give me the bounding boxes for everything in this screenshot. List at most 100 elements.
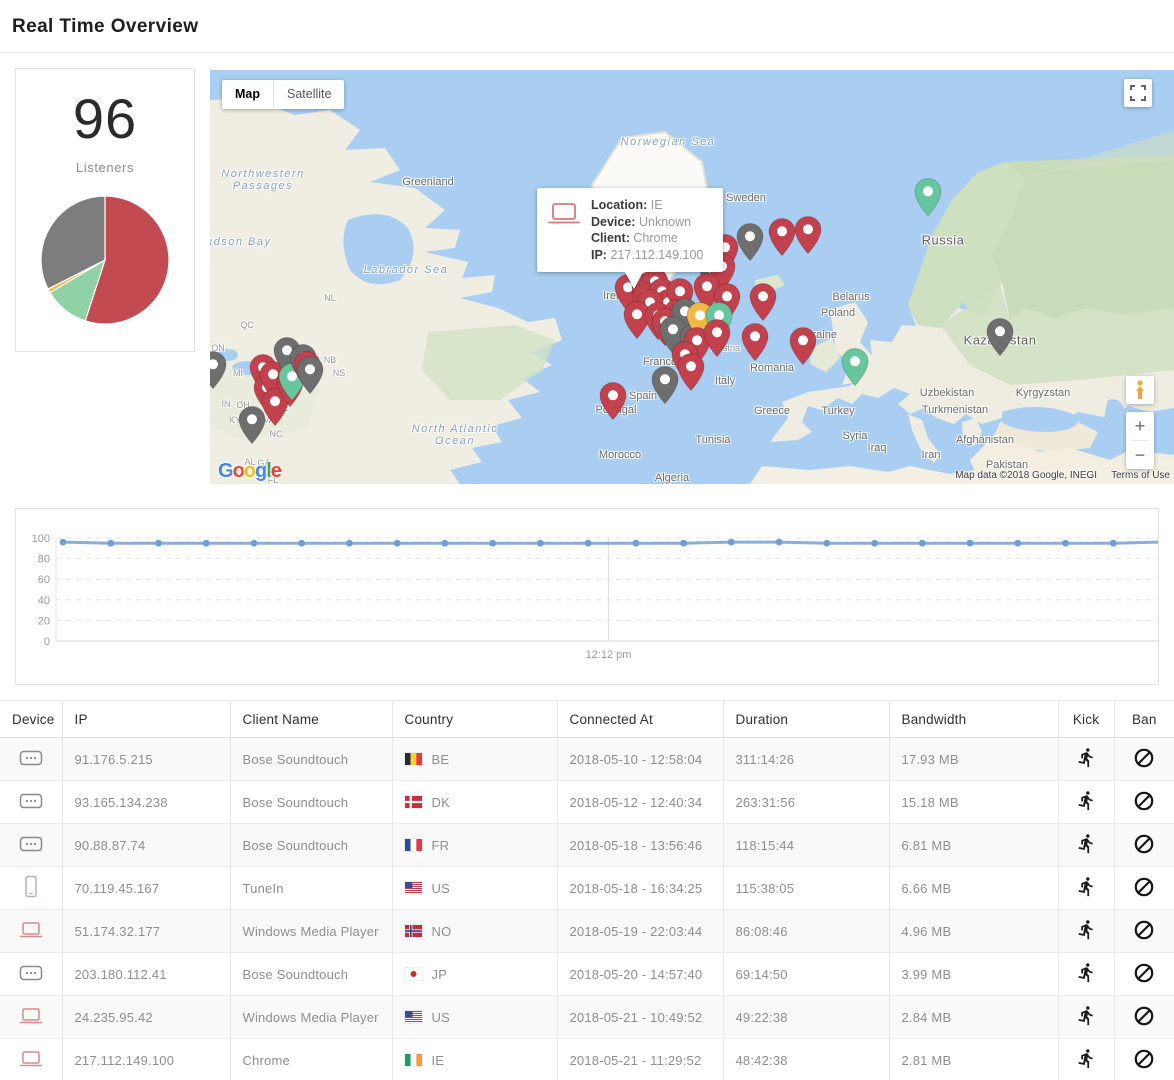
- realtime-overview-page: Real Time Overview 96 Listeners: [0, 0, 1174, 1080]
- ban-button[interactable]: [1133, 1048, 1155, 1070]
- device-cell: [0, 1039, 62, 1080]
- zoom-out-button[interactable]: −: [1126, 441, 1154, 469]
- kick-button[interactable]: [1076, 747, 1097, 768]
- listeners-card: 96 Listeners: [15, 68, 195, 352]
- map-label: Turkey: [821, 405, 854, 417]
- bandwidth-cell: 15.18 MB: [889, 781, 1058, 824]
- map-label: Belarus: [832, 291, 869, 303]
- table-row: 90.88.87.74Bose SoundtouchFR2018-05-18 -…: [0, 824, 1174, 867]
- fullscreen-button[interactable]: [1124, 79, 1152, 107]
- col-bandwidth: Bandwidth: [889, 701, 1058, 738]
- zoom-in-button[interactable]: +: [1126, 412, 1154, 440]
- map-label: Iraq: [868, 442, 887, 454]
- country-flag-icon: [405, 839, 422, 851]
- kick-cell: [1058, 910, 1114, 953]
- map-type-control: Map Satellite: [222, 80, 344, 109]
- map-marker-red[interactable]: [740, 322, 770, 367]
- device-cell: [0, 953, 62, 996]
- pegman-icon: [1134, 380, 1146, 400]
- duration-cell: 263:31:56: [723, 781, 889, 824]
- tooltip-ip-label: IP:: [591, 248, 607, 262]
- kick-button[interactable]: [1076, 962, 1097, 983]
- ban-button[interactable]: [1133, 747, 1155, 769]
- connected-at-cell: 2018-05-18 - 13:56:46: [557, 824, 723, 867]
- ban-button[interactable]: [1133, 833, 1155, 855]
- bandwidth-cell: 6.81 MB: [889, 824, 1058, 867]
- map-marker-gray[interactable]: [210, 350, 228, 395]
- map-marker-green[interactable]: [840, 347, 870, 392]
- map-panel[interactable]: Norwegian SeaNorthwestern PassagesHudson…: [210, 70, 1174, 484]
- header-divider: [0, 52, 1174, 53]
- kick-button[interactable]: [1076, 876, 1097, 897]
- ban-button[interactable]: [1133, 876, 1155, 898]
- map-marker-red[interactable]: [676, 352, 706, 397]
- bandwidth-cell: 17.93 MB: [889, 738, 1058, 781]
- connected-at-cell: 2018-05-21 - 10:49:52: [557, 996, 723, 1039]
- map-label: Tunisia: [695, 434, 730, 446]
- map-label: Afghanistan: [956, 434, 1014, 446]
- device-cell: [0, 867, 62, 910]
- ban-icon: [1133, 747, 1155, 769]
- listeners-line-chart: 10080604020012:12 pm: [16, 509, 1158, 689]
- map-marker-red[interactable]: [788, 326, 818, 371]
- map-label: Northwestern Passages: [221, 168, 304, 192]
- bandwidth-cell: 2.81 MB: [889, 1039, 1058, 1080]
- kick-button[interactable]: [1076, 790, 1097, 811]
- kick-cell: [1058, 781, 1114, 824]
- ip-cell: 70.119.45.167: [62, 867, 230, 910]
- google-logo[interactable]: Google: [218, 460, 281, 483]
- duration-cell: 115:38:05: [723, 867, 889, 910]
- map-marker-green[interactable]: [913, 177, 943, 222]
- map-attribution: Map data ©2018 Google, INEGI Terms of Us…: [955, 470, 1170, 481]
- kick-button[interactable]: [1076, 919, 1097, 940]
- kick-button[interactable]: [1076, 833, 1097, 854]
- map-marker-gray[interactable]: [985, 317, 1015, 362]
- map-marker-red[interactable]: [793, 215, 823, 260]
- duration-cell: 69:14:50: [723, 953, 889, 996]
- ban-button[interactable]: [1133, 962, 1155, 984]
- map-label: NB: [324, 355, 337, 365]
- listeners-pie-chart: [40, 195, 170, 325]
- table-row: 51.174.32.177Windows Media PlayerNO2018-…: [0, 910, 1174, 953]
- ban-button[interactable]: [1133, 919, 1155, 941]
- map-marker-red[interactable]: [598, 381, 628, 426]
- kick-button[interactable]: [1076, 1048, 1097, 1069]
- ban-button[interactable]: [1133, 790, 1155, 812]
- table-row: 203.180.112.41Bose SoundtouchJP2018-05-2…: [0, 953, 1174, 996]
- map-view-button[interactable]: Map: [222, 80, 273, 109]
- device-cell: [0, 824, 62, 867]
- device-cell: [0, 738, 62, 781]
- country-flag-icon: [405, 925, 422, 937]
- satellite-view-button[interactable]: Satellite: [273, 80, 344, 109]
- map-marker-red[interactable]: [748, 282, 778, 327]
- map-marker-gray[interactable]: [295, 355, 325, 400]
- svg-text:100: 100: [32, 533, 50, 545]
- device-cell: [0, 910, 62, 953]
- streetview-pegman-button[interactable]: [1126, 376, 1154, 404]
- map-label: Iran: [922, 449, 941, 461]
- map-label: Syria: [842, 430, 867, 442]
- ban-button[interactable]: [1133, 1005, 1155, 1027]
- terms-of-use-link[interactable]: Terms of Use: [1111, 470, 1170, 481]
- ip-cell: 24.235.95.42: [62, 996, 230, 1039]
- laptop-device-icon: [19, 921, 43, 939]
- map-label: Greenland: [402, 176, 453, 188]
- connected-at-cell: 2018-05-12 - 12:40:34: [557, 781, 723, 824]
- country-cell: IE: [392, 1039, 557, 1080]
- device-cell: [0, 781, 62, 824]
- col-duration: Duration: [723, 701, 889, 738]
- laptop-device-icon: [19, 1007, 43, 1025]
- bandwidth-cell: 3.99 MB: [889, 953, 1058, 996]
- ban-cell: [1114, 996, 1174, 1039]
- bandwidth-cell: 6.66 MB: [889, 867, 1058, 910]
- kick-button[interactable]: [1076, 1005, 1097, 1026]
- client-name-cell: Bose Soundtouch: [230, 738, 392, 781]
- map-label: Russia: [922, 233, 965, 248]
- map-label: Labrador Sea: [364, 264, 449, 276]
- duration-cell: 48:42:38: [723, 1039, 889, 1080]
- table-row: 70.119.45.167TuneInUS2018-05-18 - 16:34:…: [0, 867, 1174, 910]
- map-marker-gray[interactable]: [650, 365, 680, 410]
- listeners-table: Device IP Client Name Country Connected …: [0, 700, 1174, 1080]
- map-marker-red[interactable]: [702, 318, 732, 363]
- tooltip-device-label: Device:: [591, 215, 635, 229]
